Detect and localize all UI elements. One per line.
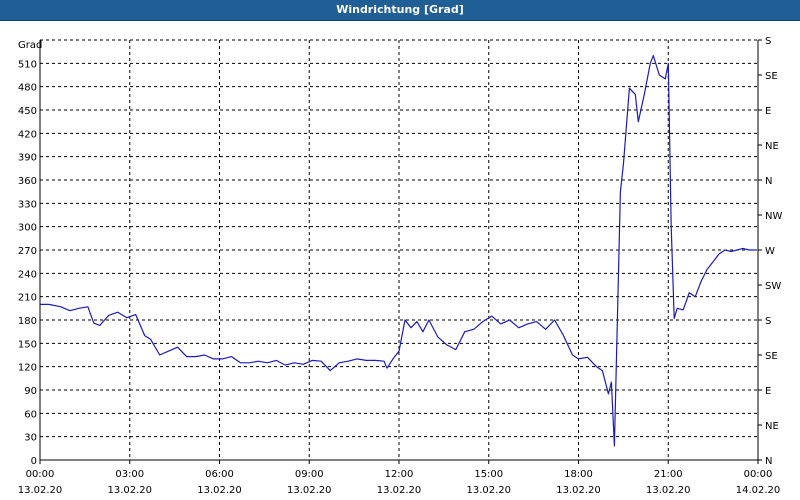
x-tick-date: 13.02.20 (646, 485, 691, 496)
x-tick-time: 21:00 (654, 469, 683, 480)
y2-tick-label: NW (765, 211, 782, 222)
y-axis-ticks: 0 30 60 90 120 150 180 210 240 270 300 330 360 390 420… (18, 59, 37, 467)
x-tick-time: 09:00 (295, 469, 324, 480)
x-tick-date: 13.02.20 (466, 485, 511, 496)
y-tick-label: 420 (18, 129, 37, 140)
y2-tick-label: W (765, 246, 775, 257)
y-tick-label: 330 (18, 199, 37, 210)
y-axis-label: Grad (18, 40, 42, 51)
y2-tick-label: NE (765, 141, 779, 152)
y2-tick-label: N (765, 176, 772, 187)
x-tick-date: 14.02.20 (736, 485, 781, 496)
y2-tick-label: E (765, 386, 771, 397)
y-tick-label: 240 (18, 269, 37, 280)
y-tick-label: 180 (18, 316, 37, 327)
y-tick-label: 480 (18, 83, 37, 94)
y-tick-label: 210 (18, 293, 37, 304)
y-tick-label: 510 (18, 59, 37, 70)
grid-lines (40, 39, 758, 460)
y2-axis-ticks: N NE E SE S SW W NW N NE E SE S (758, 36, 782, 467)
x-tick-time: 06:00 (205, 469, 234, 480)
line-chart: Grad 0 30 60 90 120 150 180 210 240 270 300 330 360 3… (18, 36, 783, 496)
y-tick-label: 0 (31, 456, 37, 467)
y-tick-label: 450 (18, 106, 37, 117)
y-tick-label: 30 (24, 433, 37, 444)
x-tick-date: 13.02.20 (107, 485, 152, 496)
x-tick-date: 13.02.20 (197, 485, 242, 496)
y2-tick-label: E (765, 106, 771, 117)
y2-tick-label: S (765, 36, 771, 47)
y2-tick-label: S (765, 316, 771, 327)
x-tick-date: 13.02.20 (18, 485, 63, 496)
y-tick-label: 360 (18, 176, 37, 187)
y2-tick-label: N (765, 456, 772, 467)
y-tick-label: 150 (18, 339, 37, 350)
y2-tick-label: SW (765, 281, 781, 292)
x-tick-time: 12:00 (385, 469, 414, 480)
x-tick-time: 00:00 (26, 469, 55, 480)
series-lines (40, 54, 755, 447)
y2-tick-label: SE (765, 351, 778, 362)
y-tick-label: 390 (18, 153, 37, 164)
y-tick-label: 300 (18, 223, 37, 234)
x-tick-time: 15:00 (474, 469, 503, 480)
x-tick-date: 13.02.20 (287, 485, 332, 496)
y-tick-label: 120 (18, 363, 37, 374)
y-tick-label: 90 (24, 386, 37, 397)
y2-tick-label: NE (765, 421, 779, 432)
x-tick-time: 03:00 (115, 469, 144, 480)
x-axis-ticks: 00:00 13.02.20 03:00 13.02.20 06:00 13.02.20 0… (18, 460, 781, 496)
x-tick-time: 00:00 (744, 469, 773, 480)
y-tick-label: 270 (18, 246, 37, 257)
y2-tick-label: SE (765, 71, 778, 82)
x-tick-date: 13.02.20 (377, 485, 422, 496)
x-tick-date: 13.02.20 (556, 485, 601, 496)
series-line (40, 54, 755, 447)
x-tick-time: 18:00 (564, 469, 593, 480)
y-tick-label: 60 (24, 409, 37, 420)
